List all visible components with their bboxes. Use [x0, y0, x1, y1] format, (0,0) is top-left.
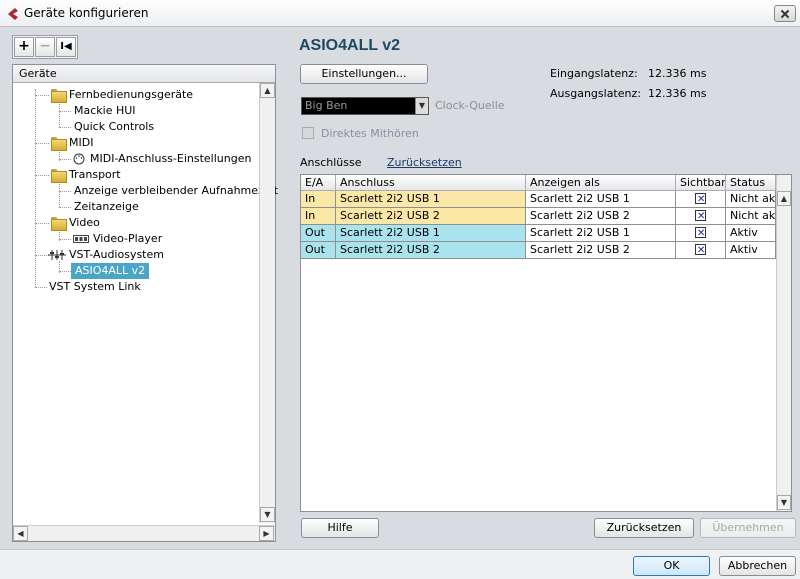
output-latency-value: 12.336 ms	[648, 87, 707, 100]
clock-source-label: Clock-Quelle	[435, 99, 505, 112]
tree-vertical-scrollbar[interactable]: ▲ ▼	[259, 83, 275, 523]
visible-checkbox[interactable]	[695, 226, 706, 241]
settings-button[interactable]: Einstellungen...	[300, 64, 428, 84]
table-cell-io[interactable]: Out	[301, 225, 336, 242]
table-cell-status: Nicht aktiv	[726, 208, 776, 225]
ports-label: Anschlüsse	[300, 156, 362, 169]
scroll-down-icon[interactable]: ▼	[260, 507, 275, 522]
column-header-port[interactable]: Anschluss	[336, 175, 526, 191]
table-cell-io[interactable]: Out	[301, 242, 336, 259]
chevron-down-icon: ▼	[415, 98, 428, 114]
scroll-down-icon[interactable]: ▼	[777, 495, 791, 510]
clock-source-value: Big Ben	[305, 99, 348, 112]
column-header-show-as[interactable]: Anzeigen als	[526, 175, 676, 191]
scroll-left-icon[interactable]: ◀	[13, 526, 28, 541]
selected-tree-label: ASIO4ALL v2	[71, 263, 150, 279]
folder-icon	[51, 137, 67, 151]
plus-icon: +	[18, 38, 30, 54]
video-player-icon	[73, 235, 89, 243]
table-cell-visible	[676, 225, 726, 242]
table-cell-visible	[676, 242, 726, 259]
cancel-button[interactable]: Abbrechen	[719, 556, 796, 576]
device-tree: Geräte Fernbedienungsgeräte Mackie HUI Q…	[12, 64, 278, 542]
close-button[interactable]	[774, 5, 796, 22]
table-cell-port[interactable]: Scarlett 2i2 USB 2	[336, 208, 526, 225]
page-title: ASIO4ALL v2	[299, 37, 401, 54]
table-cell-io[interactable]: In	[301, 208, 336, 225]
clock-source-select[interactable]: Big Ben ▼	[301, 97, 429, 115]
table-cell-port[interactable]: Scarlett 2i2 USB 1	[336, 191, 526, 208]
table-vertical-scrollbar[interactable]: ▲ ▼	[776, 175, 791, 511]
table-cell-port[interactable]: Scarlett 2i2 USB 1	[336, 225, 526, 242]
midi-port-icon	[73, 153, 85, 165]
reset-device-button[interactable]: I◀	[56, 37, 76, 57]
folder-icon	[51, 89, 67, 103]
direct-monitoring-checkbox[interactable]	[302, 127, 314, 139]
table-cell-show-as[interactable]: Scarlett 2i2 USB 2	[526, 208, 676, 225]
table-cell-port[interactable]: Scarlett 2i2 USB 2	[336, 242, 526, 259]
scroll-up-icon[interactable]: ▲	[260, 83, 275, 98]
folder-icon	[51, 169, 67, 183]
table-cell-show-as[interactable]: Scarlett 2i2 USB 2	[526, 242, 676, 259]
table-cell-visible	[676, 208, 726, 225]
cubase-logo-icon	[8, 8, 18, 20]
tree-connector	[59, 181, 60, 207]
table-cell-io[interactable]: In	[301, 191, 336, 208]
window-title: Geräte konfigurieren	[24, 6, 149, 20]
ok-button[interactable]: OK	[633, 556, 710, 576]
audio-mixer-icon	[48, 250, 66, 260]
title-bar: Geräte konfigurieren	[0, 0, 800, 27]
reset-ports-link[interactable]: Zurücksetzen	[387, 156, 462, 169]
column-header-status[interactable]: Status	[726, 175, 776, 191]
input-latency-value: 12.336 ms	[648, 67, 707, 80]
help-button[interactable]: Hilfe	[301, 518, 379, 538]
input-latency-label: Eingangslatenz:	[550, 67, 638, 80]
tree-connector	[59, 101, 60, 127]
table-cell-visible	[676, 191, 726, 208]
skip-back-icon: I◀	[60, 41, 72, 52]
tree-header: Geräte	[13, 65, 275, 83]
direct-monitoring-label: Direktes Mithören	[321, 127, 419, 140]
tree-connector	[35, 89, 36, 287]
column-header-visible[interactable]: Sichtbar	[676, 175, 726, 191]
scroll-right-icon[interactable]: ▶	[259, 526, 274, 541]
visible-checkbox[interactable]	[695, 243, 706, 258]
remove-device-button[interactable]: −	[35, 37, 55, 57]
visible-checkbox[interactable]	[695, 209, 706, 224]
output-latency-label: Ausgangslatenz:	[550, 87, 641, 100]
apply-button[interactable]: Übernehmen	[700, 518, 796, 538]
table-cell-status: Aktiv	[726, 225, 776, 242]
table-cell-show-as[interactable]: Scarlett 2i2 USB 1	[526, 225, 676, 242]
table-cell-show-as[interactable]: Scarlett 2i2 USB 1	[526, 191, 676, 208]
table-cell-status: Aktiv	[726, 242, 776, 259]
visible-checkbox[interactable]	[695, 192, 706, 207]
ports-table: E/A Anschluss Anzeigen als Sichtbar Stat…	[300, 174, 792, 512]
minus-icon: −	[39, 38, 51, 54]
add-device-button[interactable]: +	[14, 37, 34, 57]
table-cell-status: Nicht aktiv	[726, 191, 776, 208]
column-header-io[interactable]: E/A	[301, 175, 336, 191]
reset-button[interactable]: Zurücksetzen	[594, 518, 694, 538]
folder-icon	[51, 217, 67, 231]
scroll-up-icon[interactable]: ▲	[777, 191, 791, 206]
tree-horizontal-scrollbar[interactable]: ◀ ▶	[13, 525, 275, 541]
